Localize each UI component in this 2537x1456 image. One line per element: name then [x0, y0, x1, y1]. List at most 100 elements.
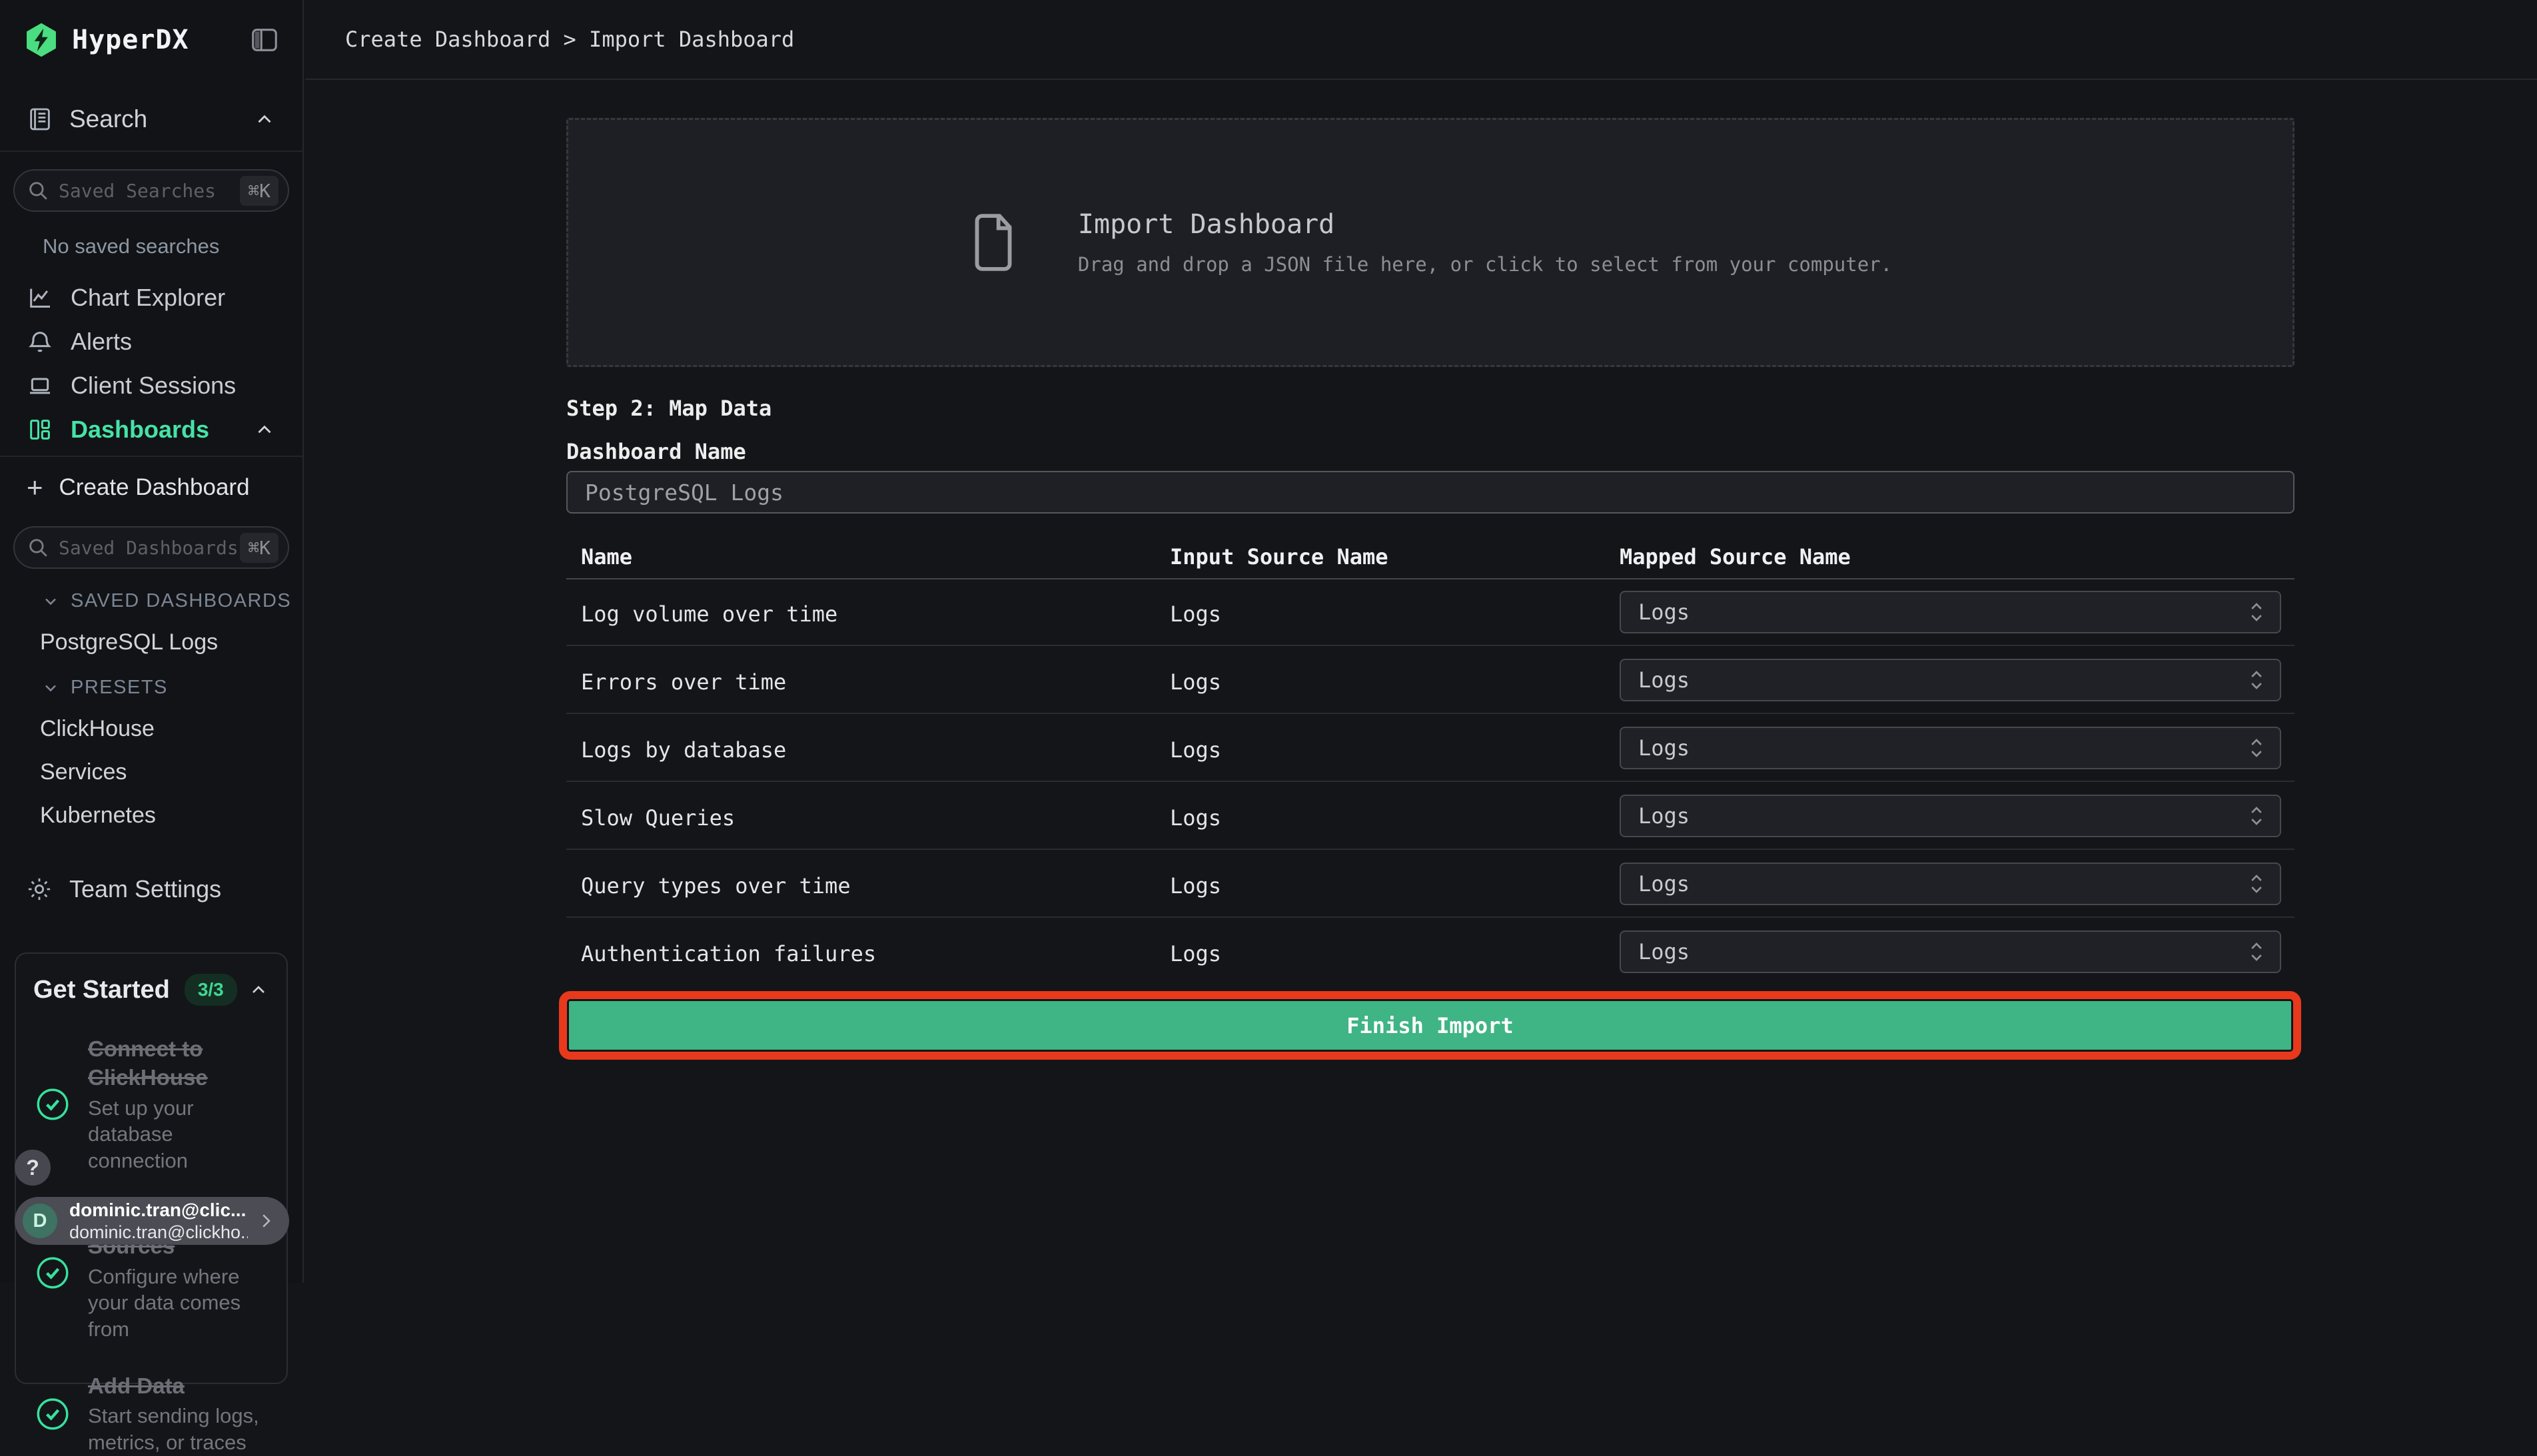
get-started-item-title: Add Data — [88, 1373, 185, 1398]
collapse-sidebar-icon[interactable] — [249, 25, 280, 55]
json-dropzone[interactable]: Import Dashboard Drag and drop a JSON fi… — [566, 118, 2294, 367]
hyperdx-logo-icon — [23, 21, 60, 59]
mapped-source-select[interactable]: Logs — [1620, 863, 2281, 905]
sidebar-nav: Chart Explorer Alerts Client Sessions Da… — [0, 276, 302, 452]
search-icon — [27, 179, 49, 202]
chevron-up-icon[interactable] — [248, 979, 269, 1000]
profile-email: dominic.tran@clickho... — [69, 1222, 248, 1242]
search-section-label: Search — [69, 105, 148, 133]
get-started-title: Get Started — [33, 975, 170, 1004]
finish-import-button[interactable]: Finish Import — [559, 991, 2301, 1060]
top-bar: Create Dashboard > Import Dashboard — [305, 0, 2537, 80]
mapped-source-select[interactable]: Logs — [1620, 795, 2281, 837]
row-name: Logs by database — [581, 737, 787, 763]
preset-services[interactable]: Services — [40, 759, 302, 785]
sidebar-item-alerts[interactable]: Alerts — [0, 320, 302, 364]
table-row: Slow Queries Logs Logs — [566, 782, 2294, 850]
get-started-item-connect[interactable]: Connect to ClickHouse Set up your databa… — [33, 1035, 269, 1174]
group-header-label: SAVED DASHBOARDS — [71, 590, 292, 611]
column-header-mapped-source: Mapped Source Name — [1620, 544, 1851, 569]
presets-group-header[interactable]: PRESETS — [41, 677, 302, 699]
select-chevrons-icon — [2248, 669, 2265, 691]
select-chevrons-icon — [2248, 737, 2265, 759]
get-started-card: Get Started 3/3 Connect to ClickHouse Se… — [15, 952, 288, 1454]
file-icon — [969, 212, 1018, 273]
bell-icon — [27, 328, 53, 355]
select-chevrons-icon — [2248, 873, 2265, 895]
sidebar-item-chart-explorer[interactable]: Chart Explorer — [0, 276, 302, 320]
import-dashboard-page: Import Dashboard Drag and drop a JSON fi… — [305, 80, 2537, 1281]
table-row: Query types over time Logs Logs — [566, 850, 2294, 918]
table-row: Authentication failures Logs Logs — [566, 918, 2294, 986]
help-button[interactable]: ? — [15, 1150, 51, 1186]
sidebar-item-label: Client Sessions — [71, 372, 237, 399]
chevron-up-icon[interactable] — [253, 418, 276, 441]
row-input-source: Logs — [1170, 805, 1222, 831]
preset-clickhouse[interactable]: ClickHouse — [40, 716, 302, 742]
sidebar-item-dashboards[interactable]: Dashboards — [0, 408, 302, 452]
step-label: Step 2: Map Data — [566, 396, 772, 421]
table-row: Logs by database Logs Logs — [566, 714, 2294, 782]
get-started-header[interactable]: Get Started 3/3 — [33, 974, 269, 1006]
chevron-right-icon — [256, 1211, 276, 1231]
select-value: Logs — [1638, 599, 1690, 625]
check-circle-icon — [33, 1395, 72, 1433]
mapped-source-select[interactable]: Logs — [1620, 930, 2281, 973]
no-saved-searches-text: No saved searches — [43, 234, 220, 258]
gear-icon — [25, 875, 53, 903]
create-dashboard-button[interactable]: + Create Dashboard — [0, 466, 302, 509]
sidebar-header: HyperDX — [0, 0, 302, 80]
saved-dashboards-input[interactable] — [59, 536, 241, 559]
saved-dashboards-search[interactable]: ⌘K — [13, 526, 289, 569]
team-settings-label: Team Settings — [69, 875, 222, 903]
user-profile-button[interactable]: D dominic.tran@clic... dominic.tran@clic… — [15, 1197, 289, 1245]
mapped-source-select[interactable]: Logs — [1620, 727, 2281, 769]
sidebar-item-label: Chart Explorer — [71, 284, 226, 311]
row-input-source: Logs — [1170, 737, 1222, 763]
chevron-down-icon — [41, 592, 60, 611]
team-settings-button[interactable]: Team Settings — [0, 867, 302, 911]
row-input-source: Logs — [1170, 873, 1222, 899]
divider — [0, 151, 302, 152]
check-circle-icon — [33, 1085, 72, 1124]
row-input-source: Logs — [1170, 601, 1222, 627]
saved-searches-search[interactable]: ⌘K — [13, 169, 289, 212]
search-section-header[interactable]: Search — [0, 80, 302, 139]
select-value: Logs — [1638, 667, 1690, 693]
row-name: Slow Queries — [581, 805, 736, 831]
preset-kubernetes[interactable]: Kubernetes — [40, 803, 302, 829]
journal-icon — [27, 106, 53, 133]
divider — [0, 456, 302, 457]
mapped-source-select[interactable]: Logs — [1620, 659, 2281, 701]
get-started-item-subtitle: Configure where your data comes from — [88, 1264, 241, 1341]
search-icon — [27, 536, 49, 559]
get-started-item-subtitle: Set up your database connection — [88, 1096, 194, 1173]
get-started-item-add-data[interactable]: Add Data Start sending logs, metrics, or… — [33, 1372, 269, 1456]
saved-dashboards-group-header[interactable]: SAVED DASHBOARDS — [41, 590, 302, 612]
dashboard-name-label: Dashboard Name — [566, 439, 746, 464]
dashboard-name-input[interactable] — [566, 471, 2294, 514]
sidebar-item-client-sessions[interactable]: Client Sessions — [0, 364, 302, 408]
select-chevrons-icon — [2248, 805, 2265, 827]
avatar: D — [23, 1204, 57, 1238]
select-value: Logs — [1638, 735, 1690, 761]
saved-searches-input[interactable] — [59, 179, 241, 202]
mapped-source-select[interactable]: Logs — [1620, 591, 2281, 633]
dashboard-grid-icon — [27, 416, 53, 443]
select-value: Logs — [1638, 939, 1690, 964]
dropzone-subtitle: Drag and drop a JSON file here, or click… — [1077, 253, 1893, 276]
app-logo[interactable]: HyperDX — [23, 21, 189, 59]
main-area: Create Dashboard > Import Dashboard Impo… — [305, 0, 2537, 1283]
select-chevrons-icon — [2248, 940, 2265, 963]
select-value: Logs — [1638, 871, 1690, 897]
saved-dashboard-postgresql-logs[interactable]: PostgreSQL Logs — [40, 629, 302, 655]
row-name: Errors over time — [581, 669, 787, 695]
row-name: Query types over time — [581, 873, 851, 899]
chart-icon — [27, 284, 53, 311]
plus-icon: + — [27, 472, 43, 503]
sidebar: HyperDX Search ⌘K No saved searches Char… — [0, 0, 304, 1454]
chevron-up-icon[interactable] — [253, 108, 276, 131]
select-value: Logs — [1638, 803, 1690, 829]
app-title: HyperDX — [72, 25, 189, 55]
select-chevrons-icon — [2248, 601, 2265, 623]
